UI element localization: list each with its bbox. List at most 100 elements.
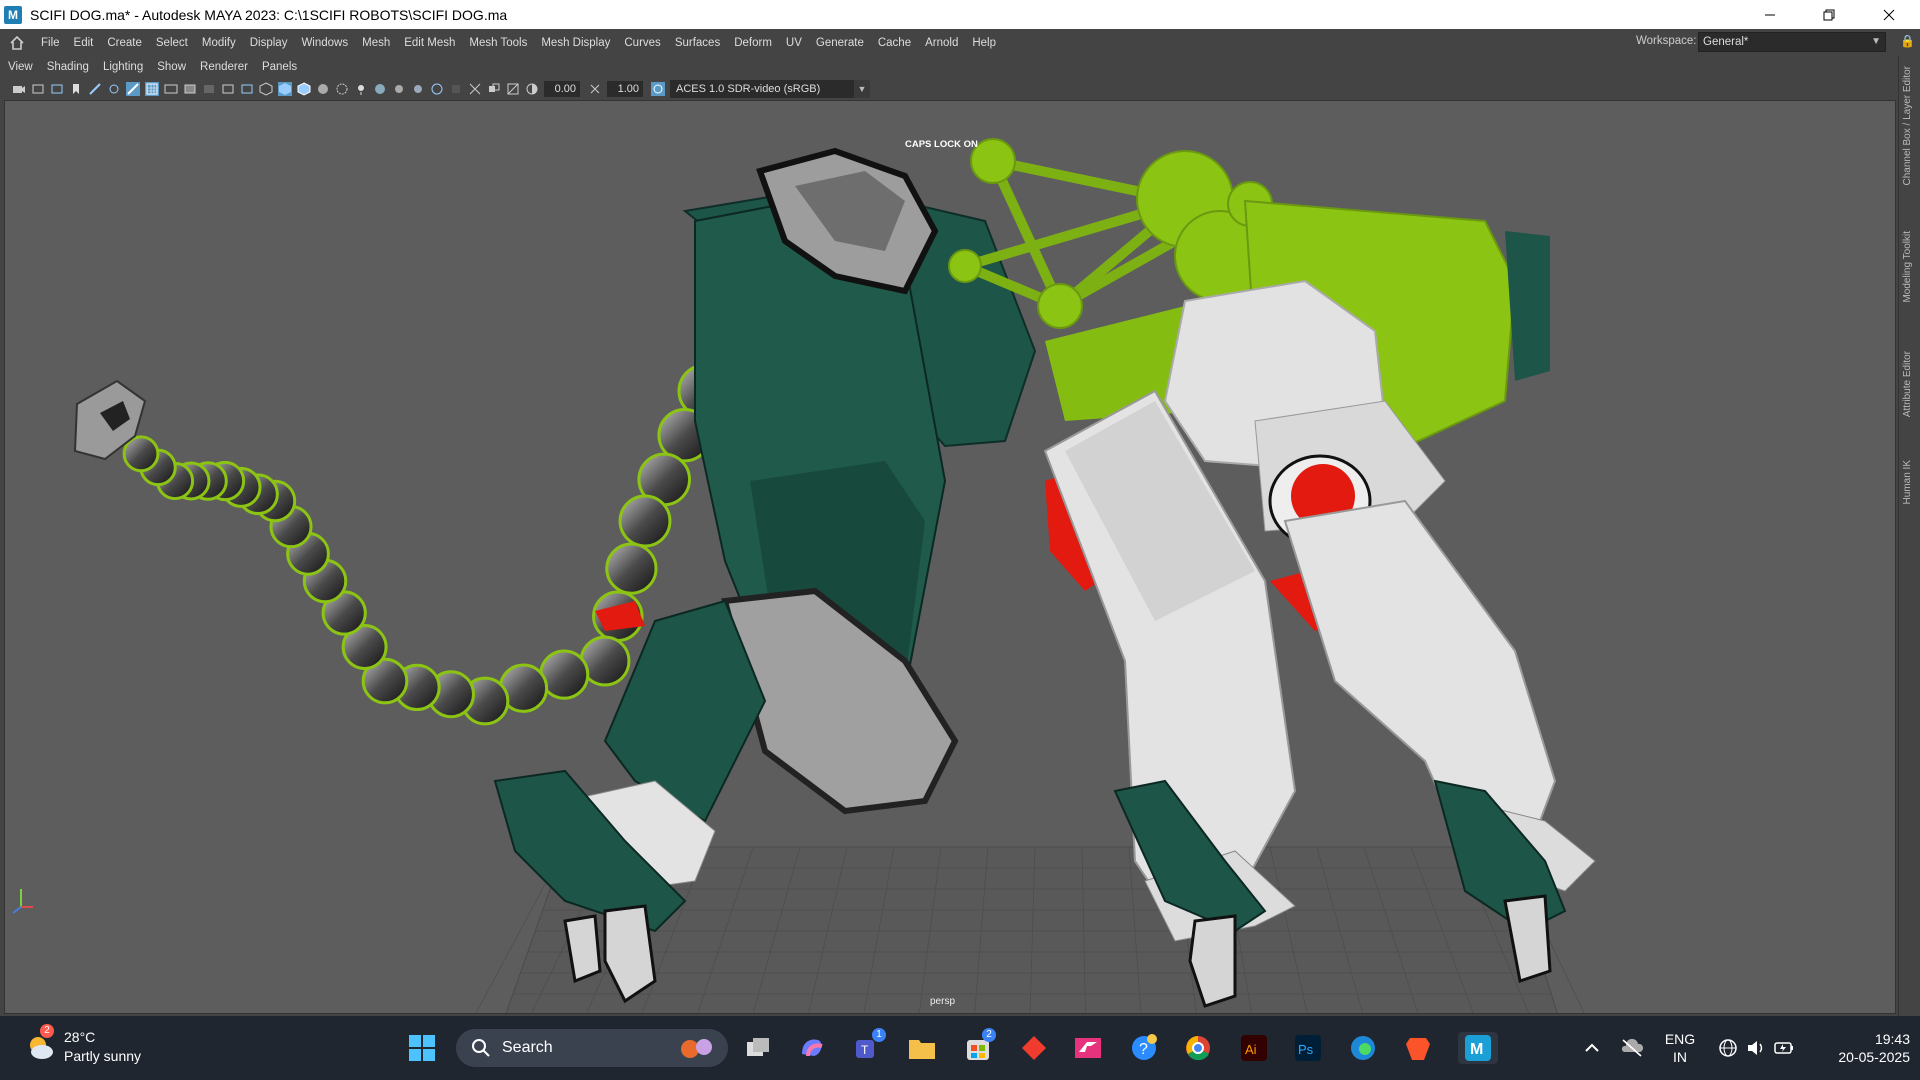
home-icon[interactable] [6, 32, 28, 54]
menu-file[interactable]: File [34, 37, 67, 49]
panel-menu-shading[interactable]: Shading [41, 61, 95, 73]
xray-joints-icon[interactable] [506, 82, 520, 96]
language-indicator[interactable]: ENG IN [1656, 1030, 1704, 1066]
gamma-field[interactable]: 1.00 [607, 81, 643, 97]
get-help-button[interactable]: ? [1128, 1032, 1160, 1064]
task-view-button[interactable] [742, 1032, 774, 1064]
brave-button[interactable] [1402, 1032, 1434, 1064]
menu-arnold[interactable]: Arnold [918, 37, 965, 49]
restore-button[interactable] [1806, 0, 1852, 29]
menu-mesh-display[interactable]: Mesh Display [534, 37, 617, 49]
close-button[interactable] [1866, 0, 1912, 29]
menu-create[interactable]: Create [100, 37, 149, 49]
menu-mesh[interactable]: Mesh [355, 37, 397, 49]
panel-menu-lighting[interactable]: Lighting [97, 61, 149, 73]
edge-icon [1351, 1036, 1375, 1060]
menu-generate[interactable]: Generate [809, 37, 871, 49]
depth-of-field-icon[interactable] [430, 82, 444, 96]
file-explorer-button[interactable] [906, 1032, 938, 1064]
teams-button[interactable]: T 1 [852, 1028, 886, 1064]
menu-deform[interactable]: Deform [727, 37, 779, 49]
safe-title-icon[interactable] [240, 82, 254, 96]
weather-badge: 2 [40, 1024, 54, 1038]
safe-action-icon[interactable] [221, 82, 235, 96]
camera-attributes-icon[interactable] [31, 82, 45, 96]
textured-icon[interactable] [316, 82, 330, 96]
scifi-dog-model-render [12, 138, 1596, 1013]
workspace-dropdown[interactable]: General* ▼ [1698, 32, 1886, 52]
onedrive-button[interactable] [1616, 1032, 1648, 1064]
bookmark-icon[interactable] [50, 82, 64, 96]
isolate-select-icon[interactable] [449, 82, 463, 96]
menu-display[interactable]: Display [243, 37, 295, 49]
field-chart-icon[interactable] [202, 82, 216, 96]
ambient-occlusion-icon[interactable] [373, 82, 387, 96]
menu-windows[interactable]: Windows [294, 37, 355, 49]
side-tab-strip: Channel Box / Layer Editor Modeling Tool… [1898, 56, 1920, 1016]
battery-button[interactable] [1768, 1032, 1800, 1064]
menu-surfaces[interactable]: Surfaces [668, 37, 727, 49]
minimize-button[interactable] [1747, 0, 1793, 29]
copilot-button[interactable] [796, 1032, 828, 1064]
multisample-aa-icon[interactable] [411, 82, 425, 96]
panel-menu-view[interactable]: View [2, 61, 39, 73]
menu-select[interactable]: Select [149, 37, 195, 49]
wireframe-on-shaded-icon[interactable] [297, 82, 311, 96]
camera-select-icon[interactable] [12, 82, 26, 96]
menu-edit-mesh[interactable]: Edit Mesh [397, 37, 462, 49]
motion-blur-icon[interactable] [392, 82, 406, 96]
edge-button[interactable] [1347, 1032, 1379, 1064]
clock[interactable]: 19:43 20-05-2025 [1810, 1030, 1910, 1066]
grid-toggle-icon[interactable] [126, 82, 140, 96]
tab-channel-box[interactable]: Channel Box / Layer Editor [1902, 66, 1913, 186]
view-transform-icon[interactable] [651, 82, 665, 96]
exposure-icon[interactable] [525, 82, 539, 96]
maya-taskbar-button[interactable]: M [1458, 1032, 1498, 1064]
tab-modeling-toolkit[interactable]: Modeling Toolkit [1902, 231, 1913, 303]
resolution-gate-icon[interactable] [164, 82, 178, 96]
panel-menu-renderer[interactable]: Renderer [194, 61, 254, 73]
grease-pencil-icon[interactable] [88, 82, 102, 96]
forza-button[interactable] [1072, 1032, 1104, 1064]
use-all-lights-icon[interactable] [335, 82, 349, 96]
xray-active-icon[interactable] [487, 82, 501, 96]
menu-cache[interactable]: Cache [871, 37, 918, 49]
panel-menu-show[interactable]: Show [151, 61, 192, 73]
2d-pan-zoom-icon[interactable] [107, 82, 121, 96]
start-button[interactable] [406, 1032, 438, 1064]
chrome-button[interactable] [1182, 1032, 1214, 1064]
globe-icon [1719, 1039, 1737, 1057]
3d-viewport[interactable] [4, 100, 1896, 1014]
shadows-icon[interactable] [354, 82, 368, 96]
panel-menu-panels[interactable]: Panels [256, 61, 303, 73]
panel-toolbar: 0.00 1.00 ACES 1.0 SDR-video (sRGB) ▼ [0, 78, 1898, 100]
menu-edit[interactable]: Edit [67, 37, 101, 49]
taskbar-search[interactable]: Search [456, 1029, 728, 1067]
menu-help[interactable]: Help [965, 37, 1003, 49]
film-gate-icon[interactable] [145, 82, 159, 96]
xray-icon[interactable] [468, 82, 482, 96]
tab-attribute-editor[interactable]: Attribute Editor [1902, 351, 1913, 417]
menu-curves[interactable]: Curves [617, 37, 667, 49]
wireframe-icon[interactable] [259, 82, 273, 96]
menu-modify[interactable]: Modify [195, 37, 243, 49]
color-space-dropdown[interactable]: ACES 1.0 SDR-video (sRGB) ▼ [670, 80, 870, 98]
show-hidden-icons-button[interactable] [1576, 1032, 1608, 1064]
ms-store-button[interactable]: 2 [962, 1028, 996, 1064]
caps-lock-indicator: CAPS LOCK ON [905, 139, 978, 150]
image-plane-icon[interactable] [69, 82, 83, 96]
smooth-shade-icon[interactable] [278, 82, 292, 96]
exposure-field[interactable]: 0.00 [544, 81, 580, 97]
tab-human-ik[interactable]: Human IK [1902, 460, 1913, 504]
gamma-icon[interactable] [588, 82, 602, 96]
illustrator-button[interactable]: Ai [1238, 1032, 1270, 1064]
anydesk-button[interactable] [1018, 1032, 1050, 1064]
menu-uv[interactable]: UV [779, 37, 809, 49]
menu-mesh-tools[interactable]: Mesh Tools [462, 37, 534, 49]
lock-icon[interactable]: 🔒 [1900, 34, 1915, 48]
title-bar: M SCIFI DOG.ma* - Autodesk MAYA 2023: C:… [0, 0, 1920, 29]
chrome-icon [1186, 1036, 1210, 1061]
gate-mask-icon[interactable] [183, 82, 197, 96]
photoshop-button[interactable]: Ps [1292, 1032, 1324, 1064]
weather-widget[interactable]: 2 28°C Partly sunny [26, 1024, 141, 1066]
